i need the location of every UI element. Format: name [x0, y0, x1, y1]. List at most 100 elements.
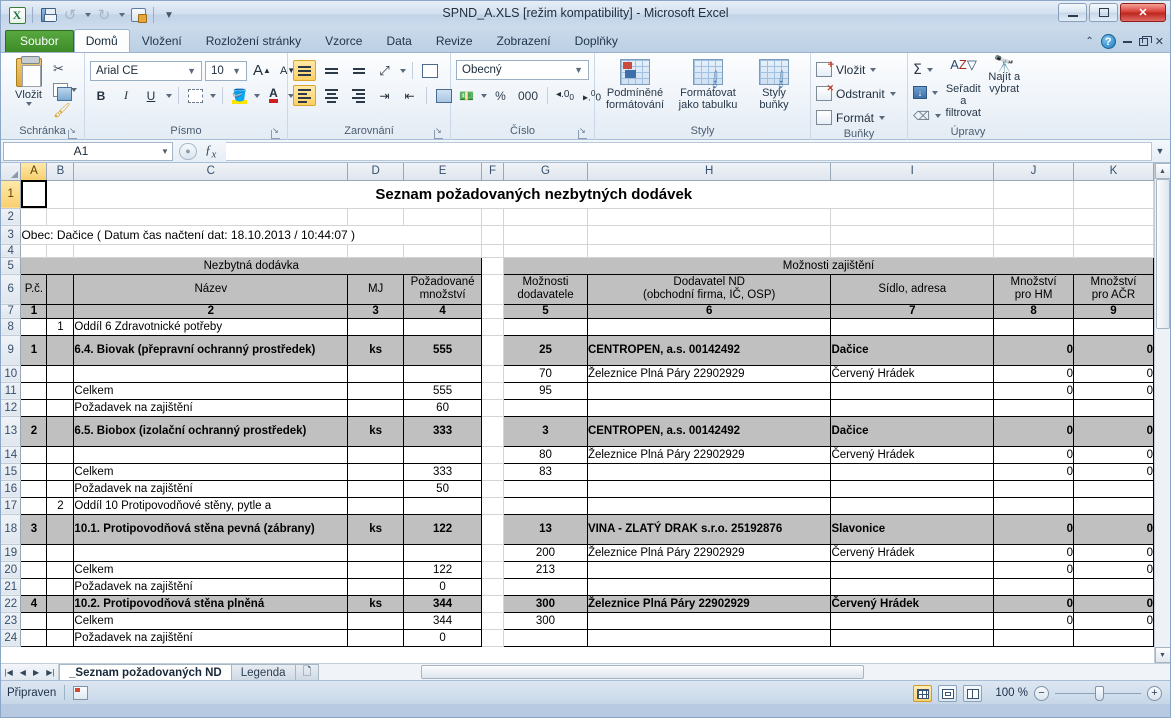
colhead-A[interactable]: A [20, 163, 48, 181]
cell-I21-sidlo[interactable] [830, 577, 995, 596]
cell-A24-poradi[interactable] [20, 628, 48, 647]
cell-K9-mnozstvi-acr[interactable]: 0 [1073, 334, 1154, 366]
colhead-B[interactable]: B [46, 163, 75, 181]
cell-D18-mj[interactable]: ks [347, 513, 405, 545]
cell-J12-mnozstvi-hm[interactable] [993, 398, 1074, 417]
cell-E18-mnozstvi[interactable]: 122 [403, 513, 483, 545]
cell-I13-sidlo[interactable]: Dačice [830, 415, 995, 447]
borders-button[interactable] [185, 85, 206, 106]
cell-F23[interactable] [481, 612, 505, 630]
zoom-slider[interactable] [1055, 685, 1141, 701]
cell-J17-mnozstvi-hm[interactable] [993, 496, 1074, 515]
cell-D19-mj[interactable] [347, 543, 405, 562]
cell-K10-mnozstvi-acr[interactable]: 0 [1073, 364, 1154, 383]
rowhead-19[interactable]: 19 [1, 544, 22, 562]
cell-D4[interactable] [347, 244, 405, 258]
colhead-C[interactable]: C [73, 163, 349, 181]
rowhead-11[interactable]: 11 [1, 382, 22, 400]
rowhead-7[interactable]: 7 [1, 304, 22, 319]
group-header-left[interactable]: Nezbytná dodávka [20, 256, 483, 275]
cell-G3[interactable] [503, 225, 588, 245]
cell-K1[interactable] [1073, 180, 1154, 209]
print-preview-icon[interactable] [128, 5, 148, 25]
cell-E4[interactable] [403, 244, 483, 258]
cell-J13-mnozstvi-hm[interactable]: 0 [993, 415, 1074, 447]
insert-cells-dropdown-icon[interactable] [870, 67, 877, 72]
cell-I16-sidlo[interactable] [830, 479, 995, 498]
rowhead-9[interactable]: 9 [1, 335, 22, 366]
cell-B8-oddil-num[interactable]: 1 [46, 317, 75, 336]
colhead-F[interactable]: F [481, 163, 505, 181]
cell-C19-nazev[interactable] [73, 543, 349, 562]
tab-zobrazeni[interactable]: Zobrazení [485, 30, 563, 52]
cell-E11-mnozstvi[interactable]: 555 [403, 381, 483, 400]
undo-icon[interactable]: ↺ [60, 5, 80, 25]
cell-F6[interactable] [481, 274, 505, 305]
delete-cells-dropdown-icon[interactable] [889, 91, 896, 96]
cell-E8-mnozstvi[interactable] [403, 317, 483, 336]
sheet-tab-legenda[interactable]: Legenda [230, 664, 296, 680]
status-right-cluster[interactable]: 100 % − + [913, 681, 1162, 705]
name-box[interactable]: A1 ▼ [3, 141, 173, 161]
cell-C9-nazev[interactable]: 6.4. Biovak (přepravní ochranný prostřed… [73, 334, 349, 366]
quick-access-toolbar[interactable]: X ↺ ↻ ▼ [7, 4, 179, 26]
colhead-G[interactable]: G [503, 163, 588, 181]
tab-domu[interactable]: Domů [73, 29, 130, 52]
cell-J1[interactable] [993, 180, 1074, 209]
cell-C12-nazev[interactable]: Požadavek na zajištění [73, 398, 349, 417]
cell-C15-nazev[interactable]: Celkem [73, 462, 349, 481]
cell-G16-moznosti-dodavatele[interactable] [503, 479, 588, 498]
cell-F7[interactable] [481, 304, 505, 319]
scroll-down-button[interactable]: ▼ [1154, 647, 1170, 663]
align-top-button[interactable] [293, 60, 316, 81]
minimize-workbook-icon[interactable] [1122, 40, 1132, 43]
increase-indent-button[interactable]: ⇤ [399, 85, 420, 106]
cell-G2[interactable] [503, 208, 588, 226]
cell-G23-moznosti-dodavatele[interactable]: 300 [503, 611, 588, 630]
cell-B20-oddil-num[interactable] [46, 560, 75, 579]
increase-font-size-button[interactable]: A ▲ [250, 60, 274, 81]
next-sheet-icon[interactable]: ▶ [33, 668, 39, 677]
cell-G11-moznosti-dodavatele[interactable]: 95 [503, 381, 588, 400]
cell-F5[interactable] [481, 257, 505, 275]
colnum-3[interactable]: 3 [347, 303, 405, 319]
cell-A16-poradi[interactable] [20, 479, 48, 498]
cell-E19-mnozstvi[interactable] [403, 543, 483, 562]
zoom-slider-thumb[interactable] [1095, 685, 1104, 701]
sheet-nav-buttons[interactable]: |◀ ◀ ▶ ▶| [1, 664, 59, 680]
rowhead-22[interactable]: 22 [1, 595, 22, 613]
cell-G18-moznosti-dodavatele[interactable]: 13 [503, 513, 588, 545]
colnum-6[interactable]: 6 [586, 303, 832, 319]
cell-G20-moznosti-dodavatele[interactable]: 213 [503, 560, 588, 579]
cell-H24-dodavatel[interactable] [586, 628, 832, 647]
decrease-indent-button[interactable]: ⇥ [374, 85, 395, 106]
cell-I15-sidlo[interactable] [830, 462, 995, 481]
column-header-row[interactable]: A B C D E F G H I J K [1, 163, 1154, 181]
cell-H21-dodavatel[interactable] [586, 577, 832, 596]
cell-H11-dodavatel[interactable] [586, 381, 832, 400]
cell-C14-nazev[interactable] [73, 445, 349, 464]
scroll-up-button[interactable]: ▲ [1154, 163, 1170, 179]
cell-B11-oddil-num[interactable] [46, 381, 75, 400]
rowhead-12[interactable]: 12 [1, 399, 22, 417]
cell-I4[interactable] [830, 244, 995, 258]
cell-A10-poradi[interactable] [20, 364, 48, 383]
hscroll-thumb[interactable] [421, 665, 864, 679]
cell-A1[interactable] [20, 180, 48, 209]
close-workbook-icon[interactable]: ✕ [1155, 35, 1164, 48]
cell-E13-mnozstvi[interactable]: 333 [403, 415, 483, 447]
cell-K19-mnozstvi-acr[interactable]: 0 [1073, 543, 1154, 562]
colcap-blank[interactable] [46, 273, 75, 305]
accounting-format-button[interactable]: 💵 [456, 85, 477, 106]
rowhead-17[interactable]: 17 [1, 497, 22, 515]
cell-G8-moznosti-dodavatele[interactable] [503, 317, 588, 336]
cell-G4[interactable] [503, 244, 588, 258]
cell-A2[interactable] [20, 208, 48, 226]
cell-I18-sidlo[interactable]: Slavonice [830, 513, 995, 545]
tab-vzorce[interactable]: Vzorce [313, 30, 374, 52]
colnum-7[interactable]: 7 [830, 303, 995, 319]
clear-button[interactable]: ⌫ [913, 105, 941, 126]
cell-H3[interactable] [587, 225, 832, 245]
cell-B21-oddil-num[interactable] [46, 577, 75, 596]
ribbon-tab-strip[interactable]: Soubor Domů Vložení Rozložení stránky Vz… [1, 29, 1170, 53]
